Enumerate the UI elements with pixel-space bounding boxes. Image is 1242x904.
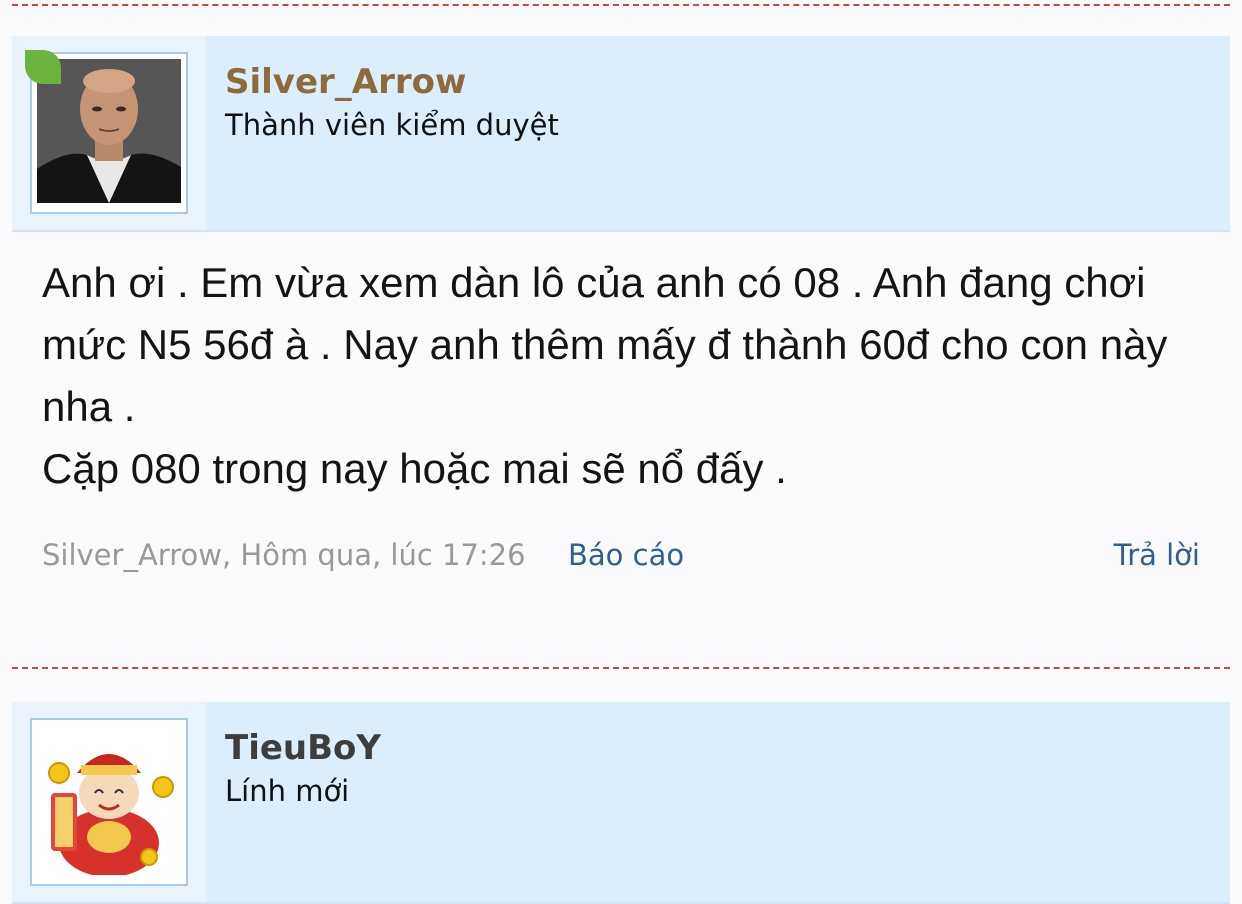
post-meta: Silver_Arrow, Hôm qua, lúc 17:26 (42, 538, 526, 572)
post-datetime[interactable]: Hôm qua, lúc 17:26 (240, 538, 525, 572)
post-userbar: TieuBoY Lính mới (12, 702, 1230, 904)
avatar-container (12, 702, 206, 902)
post-author[interactable]: Silver_Arrow, (42, 538, 231, 572)
post-separator (12, 4, 1230, 6)
avatar-image (37, 725, 181, 877)
reply-link[interactable]: Trả lời (1114, 538, 1200, 572)
post-message: Anh ơi . Em vừa xem dàn lô của anh có 08… (42, 259, 1168, 492)
report-link[interactable]: Báo cáo (568, 538, 684, 572)
user-title: Thành viên kiểm duyệt (225, 108, 559, 142)
post-separator (12, 667, 1230, 669)
post-userbar: Silver_Arrow Thành viên kiểm duyệt (12, 36, 1230, 232)
user-title: Lính mới (225, 774, 350, 808)
username-link[interactable]: Silver_Arrow (225, 62, 466, 102)
moderator-badge-icon (25, 50, 61, 84)
username-link[interactable]: TieuBoY (225, 728, 381, 768)
avatar[interactable] (30, 718, 188, 886)
